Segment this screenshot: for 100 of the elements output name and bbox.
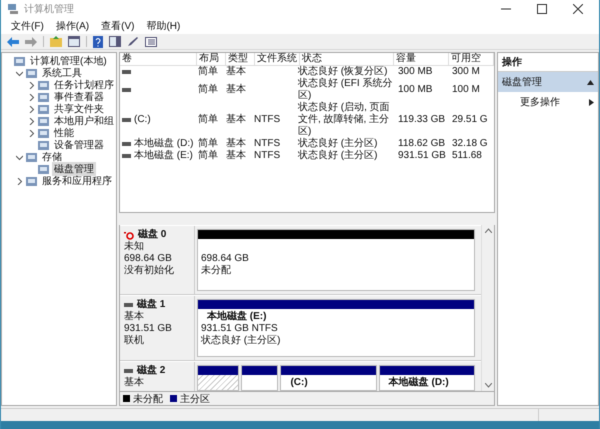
menu-item[interactable]: 文件(F) (11, 19, 44, 33)
table-cell: 118.62 GB (398, 138, 446, 150)
partition-name: 本地磁盘 (E:) (206, 311, 268, 323)
scrollbar[interactable] (481, 225, 494, 391)
action-item[interactable]: 更多操作 (498, 92, 598, 112)
table-cell: 简单 (198, 114, 218, 126)
table-cell: 基本 (226, 150, 246, 162)
help-icon[interactable] (93, 36, 103, 48)
table-cell: NTFS (254, 114, 280, 126)
close-icon[interactable] (573, 4, 583, 14)
table-cell: 300 MB (398, 66, 432, 78)
disk-detail: 931.51 GB (124, 323, 173, 334)
scroll-down-icon[interactable] (484, 383, 492, 388)
column-header[interactable]: 布局 (197, 53, 226, 65)
partition-block[interactable] (197, 365, 240, 391)
table-cell-text: 基本 (226, 138, 246, 150)
table-cell: 简单 (198, 66, 218, 78)
partition-block[interactable]: (C:) (280, 365, 377, 391)
disk-name: 磁盘 1 (137, 299, 166, 310)
chevron-icon[interactable] (28, 118, 35, 124)
tree-item[interactable]: 本地用户和组 (52, 114, 116, 128)
partition-name: 本地磁盘 (D:) (387, 377, 450, 389)
table-cell: 简单 (198, 150, 218, 162)
table-cell: 119.33 GB (398, 114, 446, 126)
panel-icon[interactable] (109, 36, 121, 47)
disk-detail: 没有初始化 (124, 265, 175, 277)
drive-icon (122, 88, 131, 92)
tree-item[interactable]: 设备管理器 (52, 138, 106, 152)
chevron-icon[interactable] (16, 178, 23, 184)
column-header[interactable]: 卷 (120, 53, 197, 65)
table-cell: 基本 (226, 114, 246, 126)
back-arrow-icon[interactable] (7, 36, 19, 46)
tree-item[interactable]: 存储 (40, 150, 64, 164)
tree-item[interactable]: 性能 (52, 126, 76, 140)
table-cell: 32.18 G (452, 138, 488, 150)
maximize-icon[interactable] (537, 4, 547, 14)
table-cell: 511.68 (452, 150, 482, 162)
partition-detail: 未分配 (201, 265, 232, 277)
menu-item[interactable]: 帮助(H) (146, 19, 180, 33)
partition-block[interactable]: 本地磁盘 (E:) 931.51 GB NTFS 状态良好 (主分区) (197, 299, 475, 357)
tree-item[interactable]: 事件查看器 (52, 90, 106, 104)
scroll-up-icon[interactable] (484, 228, 492, 233)
window-title: 计算机管理 (24, 2, 74, 16)
panel-icon[interactable] (68, 36, 80, 47)
tree-item[interactable]: 系统工具 (40, 66, 84, 80)
table-cell: NTFS (254, 138, 280, 150)
disk-detail: 698.64 GB (124, 253, 173, 264)
menu-item[interactable]: 操作(A) (56, 19, 90, 33)
table-cell: 100 MB (398, 84, 432, 96)
legend-label: 主分区 (180, 392, 210, 406)
actions-section[interactable]: 磁盘管理 (498, 72, 598, 92)
tree-item[interactable]: 共享文件夹 (52, 102, 106, 116)
partition-detail: 状态良好 (主分区) (201, 335, 282, 347)
pen-icon[interactable] (127, 36, 139, 47)
partition-detail: 698.64 GB (201, 253, 250, 264)
partition-block[interactable]: 698.64 GB 未分配 (197, 229, 475, 291)
table-cell-text: 状态良好 (恢复分区) (298, 66, 388, 78)
disk-error-icon (124, 230, 134, 240)
table-cell: 29.51 G (452, 114, 488, 126)
legend-label: 未分配 (133, 392, 163, 406)
tree-item[interactable]: 服务和应用程序 (40, 174, 114, 188)
computer-management-icon (7, 3, 19, 15)
table-cell-text: 状态良好 (EFI 系统分区) (298, 78, 394, 102)
chevron-icon[interactable] (28, 106, 35, 112)
list-icon[interactable] (145, 36, 157, 46)
partition-block[interactable]: 本地磁盘 (D:) (378, 365, 475, 391)
table-cell: 本地磁盘 (E:) (134, 150, 193, 162)
section-title: 磁盘管理 (502, 76, 542, 89)
disk-name: 磁盘 0 (138, 229, 166, 241)
tree-item[interactable]: 磁盘管理 (52, 162, 96, 176)
drive-icon (122, 118, 131, 122)
column-header[interactable]: 类型 (226, 53, 255, 65)
drive-icon (122, 70, 131, 74)
chevron-icon[interactable] (16, 154, 23, 160)
disk-detail: 基本 (124, 311, 145, 323)
table-cell: 简单 (198, 84, 218, 96)
chevron-icon[interactable] (28, 82, 35, 88)
chevron-icon[interactable] (28, 94, 35, 100)
column-header[interactable]: 状态 (300, 53, 394, 65)
table-cell-text: 状态良好 (启动, 页面文件, 故障转储, 主分区) (298, 102, 391, 138)
caret-icon (589, 98, 594, 106)
chevron-icon[interactable] (28, 130, 35, 136)
menu-item[interactable]: 查看(V) (101, 19, 134, 33)
table-cell-text: 本地磁盘 (D:) (134, 138, 194, 150)
table-cell: 300 M (452, 66, 480, 78)
partition-name: (C:) (289, 377, 309, 389)
drive-icon (124, 369, 133, 373)
tree-item[interactable]: 计算机管理(本地) (28, 54, 109, 68)
drive-icon (124, 303, 133, 307)
partition-block[interactable] (241, 365, 278, 391)
table-cell: (C:) (134, 114, 151, 126)
disk-detail: 未知 (124, 241, 145, 253)
chevron-icon[interactable] (16, 70, 23, 76)
table-cell: 状态良好 (主分区) (298, 150, 378, 162)
table-cell: 100 M (452, 84, 480, 96)
tree-item[interactable]: 任务计划程序 (52, 78, 116, 92)
disk-name: 磁盘 2 (137, 365, 166, 376)
table-cell: NTFS (254, 150, 280, 162)
caret-icon[interactable] (587, 80, 594, 84)
table-cell: 931.51 GB (398, 150, 446, 162)
